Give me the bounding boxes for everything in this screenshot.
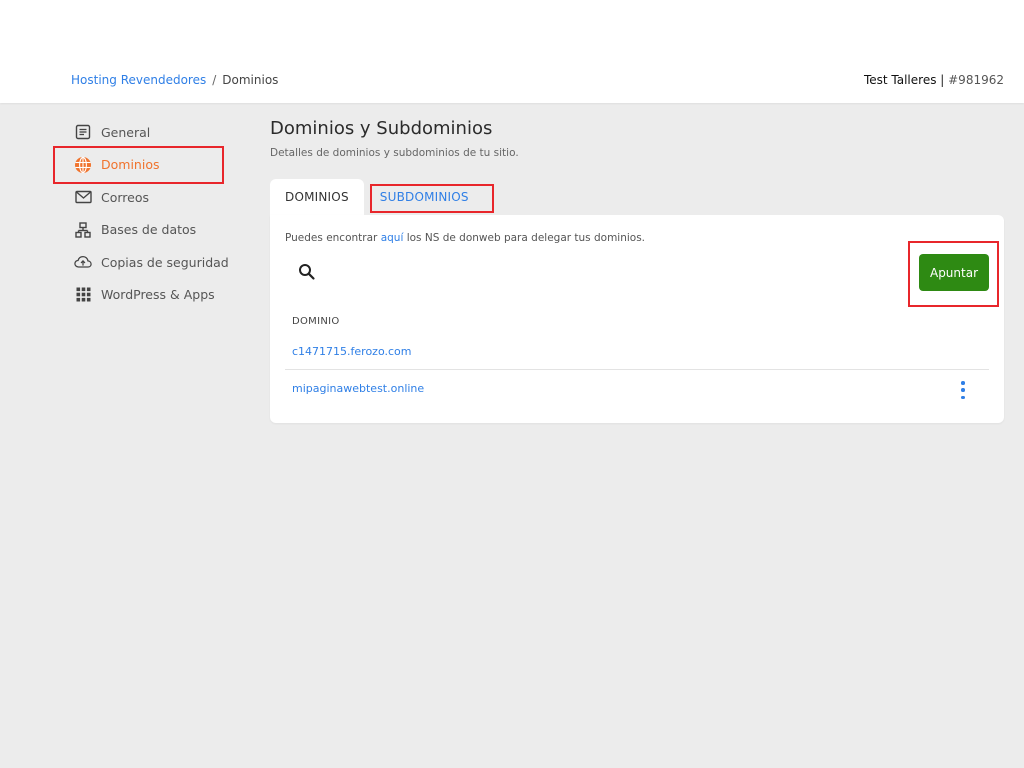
ns-info-text: Puedes encontrar aquí los NS de donweb p…	[285, 232, 645, 244]
sidebar-item-wordpress-apps[interactable]: WordPress & Apps	[62, 279, 242, 312]
breadcrumb: Hosting Revendedores / Dominios	[71, 73, 278, 87]
top-header: Hosting Revendedores / Dominios Test Tal…	[0, 0, 1024, 103]
table-row: c1471715.ferozo.com	[285, 333, 989, 370]
kebab-dot	[961, 388, 965, 392]
page-title: Dominios y Subdominios	[270, 118, 493, 139]
sidebar-item-correos[interactable]: Correos	[62, 181, 242, 214]
main-content: Dominios y Subdominios Detalles de domin…	[270, 116, 1004, 159]
domain-link[interactable]: mipaginawebtest.online	[285, 382, 424, 395]
domains-card: Puedes encontrar aquí los NS de donweb p…	[270, 215, 1004, 423]
sidebar-item-label: Dominios	[101, 157, 160, 173]
sidebar-item-label: Correos	[101, 189, 150, 205]
sidebar-item-copias-de-seguridad[interactable]: Copias de seguridad	[62, 246, 242, 279]
account-id: #981962	[948, 73, 1004, 87]
database-network-icon	[74, 221, 92, 239]
breadcrumb-current: Dominios	[222, 73, 279, 87]
sidebar-item-label: Bases de datos	[101, 222, 197, 238]
page-subtitle: Detalles de dominios y subdominios de tu…	[270, 147, 519, 159]
sidebar-item-label: General	[101, 124, 151, 140]
column-header-dominio: DOMINIO	[292, 316, 340, 327]
globe-icon	[74, 156, 92, 174]
ns-info-link[interactable]: aquí	[381, 232, 404, 244]
search-button[interactable]	[296, 263, 318, 285]
breadcrumb-link-hosting[interactable]: Hosting Revendedores	[71, 73, 206, 87]
account-info[interactable]: Test Talleres | #981962	[864, 73, 1004, 87]
kebab-dot	[961, 395, 965, 399]
kebab-dot	[961, 381, 965, 385]
account-name: Test Talleres	[863, 73, 937, 87]
domain-link[interactable]: c1471715.ferozo.com	[285, 345, 412, 358]
ns-info-after: los NS de donweb para delegar tus domini…	[403, 232, 646, 244]
search-icon	[298, 263, 316, 285]
account-separator: |	[936, 73, 949, 87]
sidebar-item-general[interactable]: General	[62, 116, 242, 149]
table-row: mipaginawebtest.online	[285, 370, 989, 407]
document-icon	[74, 123, 92, 141]
breadcrumb-separator: /	[212, 73, 217, 87]
ns-info-before: Puedes encontrar	[285, 232, 381, 244]
tab-dominios[interactable]: DOMINIOS	[270, 179, 364, 215]
apps-grid-icon	[74, 286, 92, 304]
sidebar-item-label: Copias de seguridad	[101, 254, 229, 270]
row-options-menu[interactable]	[957, 381, 969, 399]
sidebar-item-bases-de-datos[interactable]: Bases de datos	[62, 214, 242, 247]
sidebar-item-label: WordPress & Apps	[101, 287, 215, 303]
cloud-upload-icon	[74, 253, 92, 271]
mail-icon	[74, 188, 92, 206]
tab-bar: DOMINIOS SUBDOMINIOS	[270, 179, 484, 215]
apuntar-button[interactable]: Apuntar	[919, 254, 989, 291]
tab-subdominios[interactable]: SUBDOMINIOS	[365, 179, 484, 215]
sidebar: General Dominios Correos Bases de datos …	[62, 116, 242, 311]
sidebar-item-dominios[interactable]: Dominios	[62, 149, 242, 182]
